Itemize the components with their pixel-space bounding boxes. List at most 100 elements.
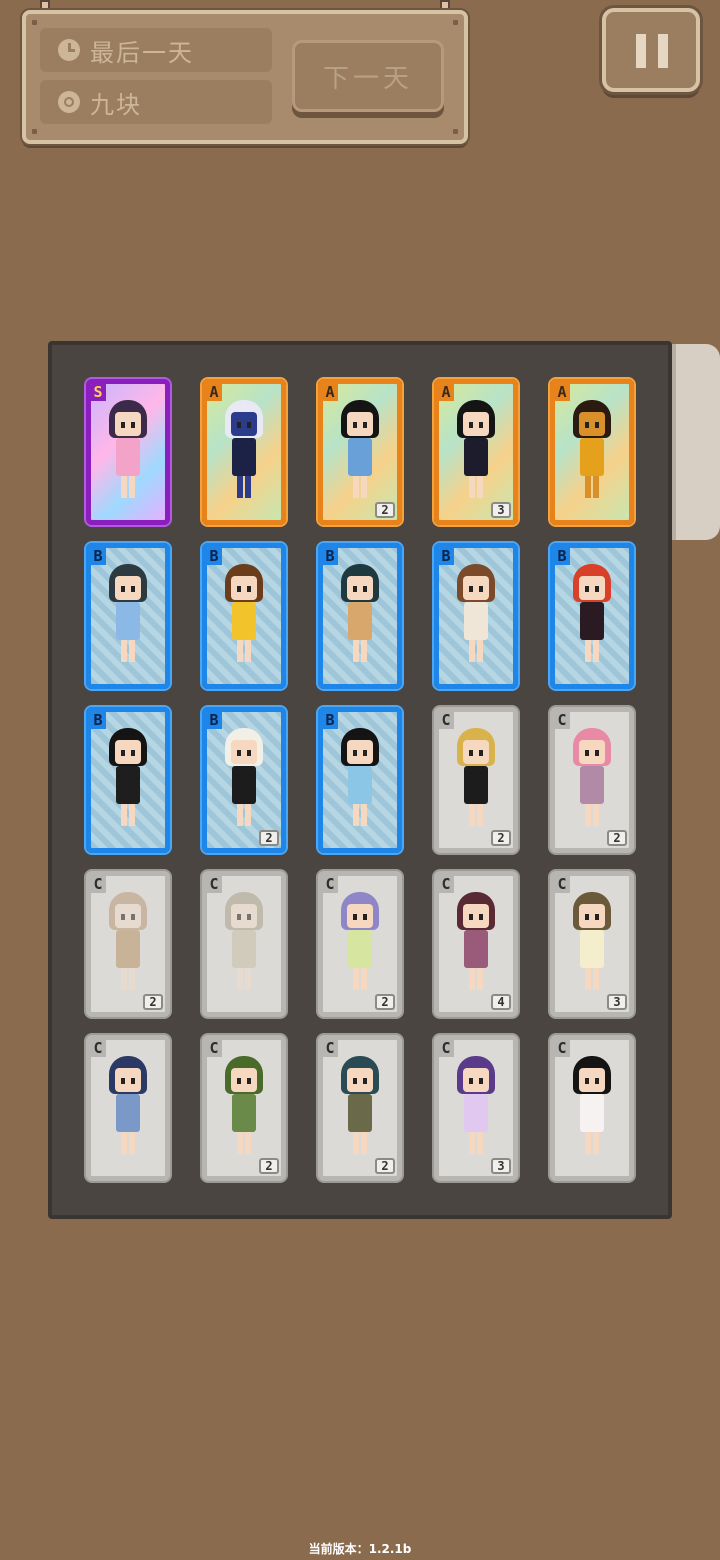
character-sprite — [103, 1056, 153, 1166]
character-card[interactable]: C — [550, 1035, 634, 1181]
card-grade: B — [207, 548, 222, 565]
character-sprite — [219, 564, 269, 674]
character-sprite — [103, 728, 153, 838]
character-sprite — [103, 400, 153, 510]
character-sprite — [219, 400, 269, 510]
card-grade: C — [323, 1040, 338, 1057]
character-sprite — [567, 400, 617, 510]
character-sprite — [335, 400, 385, 510]
character-card[interactable]: C2 — [434, 707, 518, 853]
card-grade: C — [439, 876, 454, 893]
character-sprite — [103, 564, 153, 674]
character-sprite — [335, 892, 385, 1002]
card-count-badge: 3 — [491, 502, 511, 518]
card-count-badge: 3 — [491, 1158, 511, 1174]
character-card[interactable]: S — [86, 379, 170, 525]
character-sprite — [451, 400, 501, 510]
character-card[interactable]: C3 — [550, 871, 634, 1017]
day-label: 最后一天 — [90, 38, 194, 67]
card-grade: C — [555, 1040, 570, 1057]
next-day-button[interactable]: 下一天 — [292, 40, 444, 112]
card-grade: C — [439, 712, 454, 729]
character-card[interactable]: B — [202, 543, 286, 689]
clock-icon — [58, 39, 80, 61]
rivet — [32, 20, 37, 25]
character-card[interactable]: C4 — [434, 871, 518, 1017]
card-grade: B — [91, 712, 106, 729]
card-count-badge: 4 — [491, 994, 511, 1010]
character-sprite — [335, 564, 385, 674]
character-sprite — [567, 564, 617, 674]
card-grade: A — [439, 384, 454, 401]
character-card[interactable]: C2 — [550, 707, 634, 853]
character-sprite — [335, 728, 385, 838]
money-status: 九块 — [40, 80, 272, 124]
card-count-badge: 2 — [375, 1158, 395, 1174]
character-sprite — [451, 1056, 501, 1166]
character-card[interactable]: C3 — [434, 1035, 518, 1181]
character-sprite — [567, 892, 617, 1002]
status-panel: 最后一天 九块 下一天 — [22, 10, 468, 144]
card-grade: C — [555, 876, 570, 893]
character-card[interactable]: B — [550, 543, 634, 689]
rivet — [32, 129, 37, 134]
character-card[interactable]: B — [86, 707, 170, 853]
card-grade: A — [555, 384, 570, 401]
character-sprite — [219, 728, 269, 838]
card-grade: B — [91, 548, 106, 565]
card-grade: B — [323, 548, 338, 565]
character-card[interactable]: B — [318, 543, 402, 689]
character-card[interactable]: A3 — [434, 379, 518, 525]
card-grade: C — [207, 1040, 222, 1057]
card-count-badge: 3 — [607, 994, 627, 1010]
card-grade: B — [439, 548, 454, 565]
pause-button[interactable] — [602, 8, 700, 92]
character-sprite — [567, 1056, 617, 1166]
card-count-badge: 2 — [259, 1158, 279, 1174]
card-grade: B — [323, 712, 338, 729]
character-card[interactable]: C2 — [318, 871, 402, 1017]
card-grade: B — [555, 548, 570, 565]
character-card[interactable]: A2 — [318, 379, 402, 525]
card-grade: C — [323, 876, 338, 893]
character-card[interactable]: B — [434, 543, 518, 689]
character-sprite — [451, 892, 501, 1002]
card-grade: B — [207, 712, 222, 729]
card-count-badge: 2 — [259, 830, 279, 846]
character-card[interactable]: B2 — [202, 707, 286, 853]
character-sprite — [567, 728, 617, 838]
coin-icon — [58, 91, 80, 113]
card-grade: C — [91, 876, 106, 893]
character-card[interactable]: C — [202, 871, 286, 1017]
character-sprite — [103, 892, 153, 1002]
card-grade: C — [439, 1040, 454, 1057]
character-sprite — [335, 1056, 385, 1166]
card-grade: C — [555, 712, 570, 729]
card-count-badge: 2 — [143, 994, 163, 1010]
card-count-badge: 2 — [375, 994, 395, 1010]
board-side-tab[interactable] — [672, 344, 720, 540]
card-count-badge: 2 — [491, 830, 511, 846]
card-count-badge: 2 — [607, 830, 627, 846]
card-grade: C — [207, 876, 222, 893]
character-card[interactable]: A — [550, 379, 634, 525]
character-card[interactable]: C2 — [318, 1035, 402, 1181]
rivet — [453, 20, 458, 25]
card-grade: S — [91, 384, 106, 401]
character-card[interactable]: B — [86, 543, 170, 689]
money-label: 九块 — [90, 90, 142, 119]
character-sprite — [219, 892, 269, 1002]
character-card[interactable]: B — [318, 707, 402, 853]
character-card[interactable]: C — [86, 1035, 170, 1181]
character-card[interactable]: C2 — [202, 1035, 286, 1181]
card-grade: A — [207, 384, 222, 401]
card-grade: C — [91, 1040, 106, 1057]
card-count-badge: 2 — [375, 502, 395, 518]
version-label: 当前版本：1.2.1b — [308, 1542, 412, 1556]
day-status: 最后一天 — [40, 28, 272, 72]
character-card[interactable]: A — [202, 379, 286, 525]
character-card[interactable]: C2 — [86, 871, 170, 1017]
character-sprite — [219, 1056, 269, 1166]
card-grade: A — [323, 384, 338, 401]
rivet — [453, 129, 458, 134]
